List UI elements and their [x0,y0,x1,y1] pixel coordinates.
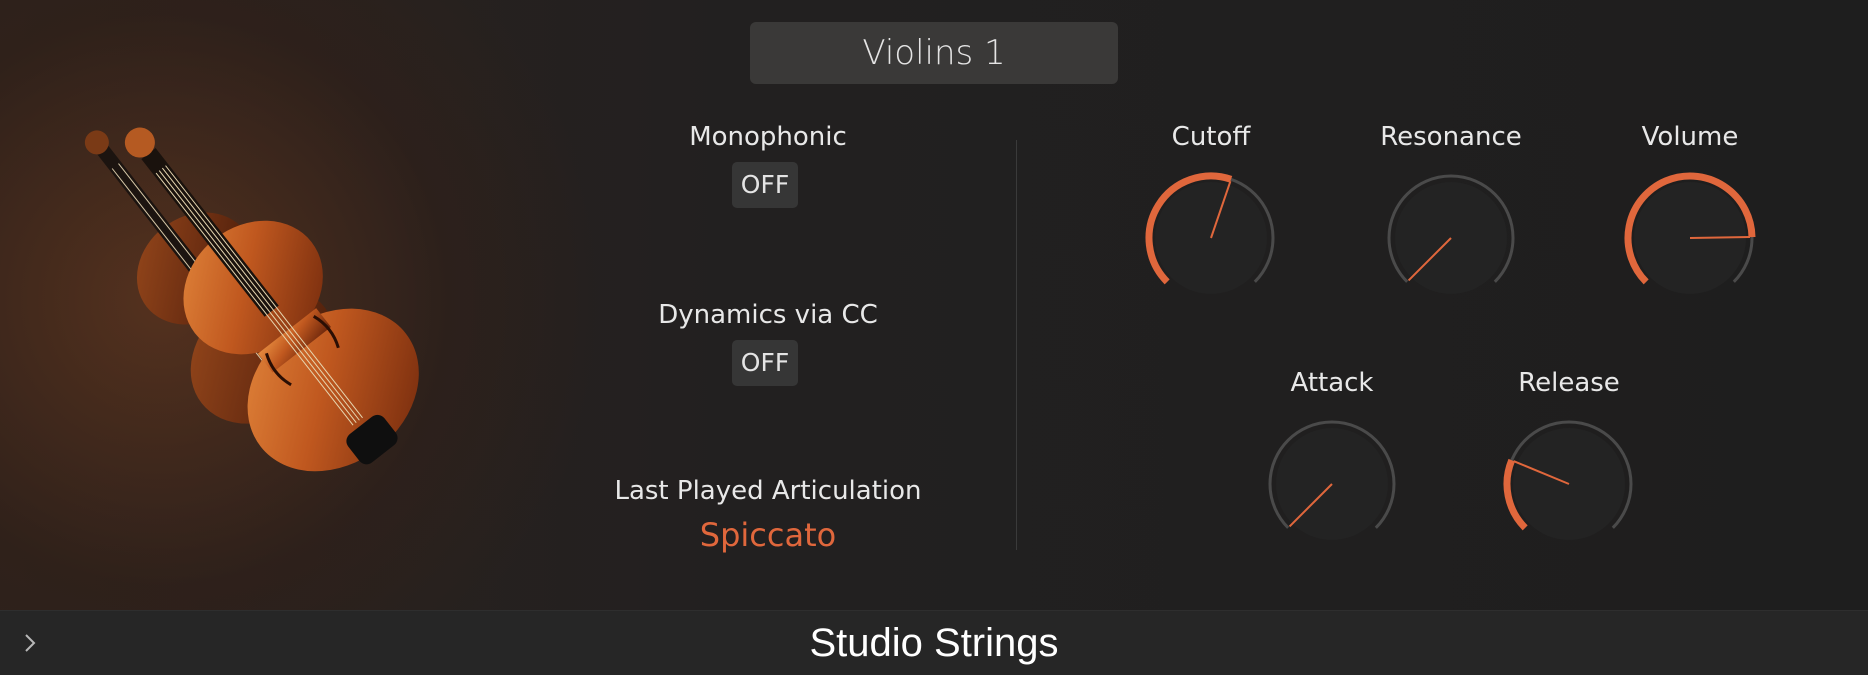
release-label: Release [1518,368,1620,398]
cutoff-label: Cutoff [1171,122,1251,152]
plugin-panel: Violins 1 Monophonic OFF Dynamics via CC… [0,0,1868,610]
volume-knob[interactable] [1620,168,1760,308]
volume-knob-pointer [1689,236,1751,239]
volume-label: Volume [1641,122,1739,152]
footer-title: Studio Strings [809,621,1059,665]
articulation-value: Spiccato [699,516,837,554]
release-knob[interactable] [1499,414,1639,554]
section-divider [1016,140,1017,550]
articulation-label: Last Played Articulation [614,476,922,506]
preset-name-display[interactable]: Violins 1 [750,22,1118,84]
violins-image [84,127,419,472]
resonance-label: Resonance [1380,122,1522,152]
footer-bar: Studio Strings [0,610,1868,675]
resonance-knob[interactable] [1381,168,1521,308]
attack-label: Attack [1290,368,1374,398]
dynamics-label: Dynamics via CC [658,300,878,330]
monophonic-label: Monophonic [689,122,847,152]
monophonic-toggle[interactable]: OFF [732,162,798,208]
dynamics-toggle[interactable]: OFF [732,340,798,386]
cutoff-knob[interactable] [1141,168,1281,308]
attack-knob[interactable] [1262,414,1402,554]
